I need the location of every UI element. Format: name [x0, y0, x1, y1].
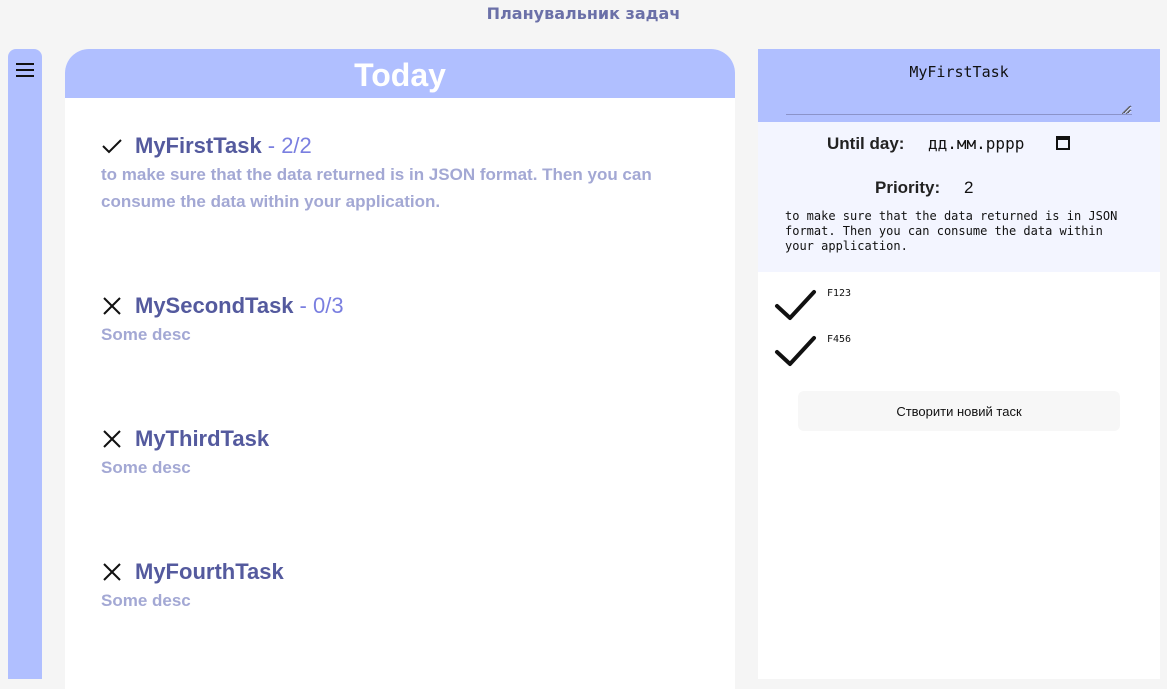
task-detail-panel: MyFirstTask Until day: дд.мм.рррр Priori… [758, 49, 1160, 679]
task-item[interactable]: MySecondTask - 0/3 Some desc [101, 291, 701, 348]
create-task-button[interactable]: Створити новий таск [798, 391, 1120, 431]
subtask-item[interactable]: F123 [774, 288, 1144, 328]
page-title: Today [65, 49, 735, 98]
subtask-item[interactable]: F456 [774, 334, 1144, 374]
task-name: MySecondTask [135, 293, 294, 318]
task-title-row: MyThirdTask [101, 424, 701, 454]
task-meta-section: Until day: дд.мм.рррр Priority: 2 to mak… [758, 122, 1160, 272]
subtask-label: F123 [827, 288, 852, 299]
task-item[interactable]: MyFirstTask - 2/2 to make sure that the … [101, 131, 701, 215]
task-title-row: MyFirstTask - 2/2 [101, 131, 701, 161]
until-day-input[interactable]: дд.мм.рррр [928, 134, 1024, 153]
check-icon[interactable] [101, 135, 123, 157]
app-title: Планувальник задач [486, 4, 681, 23]
priority-input[interactable]: 2 [964, 178, 973, 198]
task-title-row: MySecondTask - 0/3 [101, 291, 701, 321]
task-list-panel: Today MyFirstTask - 2/2 to make sure tha… [65, 49, 735, 689]
task-item[interactable]: MyThirdTask Some desc [101, 424, 701, 481]
task-name-input[interactable]: MyFirstTask [786, 57, 1132, 115]
task-name: MyFourthTask [135, 559, 284, 584]
cross-icon[interactable] [101, 295, 123, 317]
sidebar [8, 49, 42, 679]
task-desc: Some desc [101, 591, 191, 610]
resize-grip-icon[interactable] [1122, 106, 1130, 114]
task-name-section: MyFirstTask [758, 49, 1160, 122]
task-name: MyFirstTask [135, 133, 262, 158]
check-icon[interactable] [774, 334, 818, 370]
priority-label: Priority: [875, 178, 941, 197]
task-item[interactable]: MyFourthTask Some desc [101, 557, 701, 614]
task-desc: Some desc [101, 458, 191, 477]
task-title-row: MyFourthTask [101, 557, 701, 587]
task-desc-input[interactable]: to make sure that the data returned is i… [785, 209, 1135, 254]
check-icon[interactable] [774, 288, 818, 324]
task-progress: - 0/3 [299, 293, 344, 318]
until-day-label: Until day: [827, 134, 905, 153]
cross-icon[interactable] [101, 561, 123, 583]
cross-icon[interactable] [101, 428, 123, 450]
task-desc: Some desc [101, 325, 191, 344]
hamburger-icon[interactable] [16, 63, 34, 77]
task-progress: - 2/2 [267, 133, 312, 158]
subtask-label: F456 [827, 334, 852, 345]
calendar-icon[interactable] [1056, 135, 1070, 150]
task-desc: to make sure that the data returned is i… [101, 165, 652, 211]
task-name: MyThirdTask [135, 426, 270, 451]
